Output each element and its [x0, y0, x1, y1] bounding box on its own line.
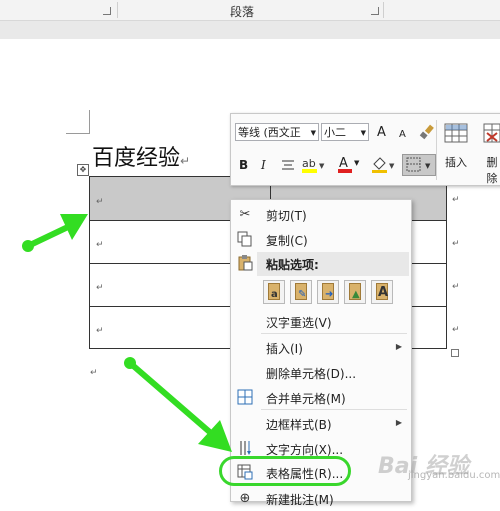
tutorial-arrows — [22, 214, 232, 452]
baidu-watermark-url: jingyan.baidu.com — [408, 470, 500, 481]
arrow-to-table-properties-icon — [124, 357, 232, 452]
table-properties-highlight — [219, 456, 351, 486]
arrow-to-table-icon — [22, 214, 88, 252]
